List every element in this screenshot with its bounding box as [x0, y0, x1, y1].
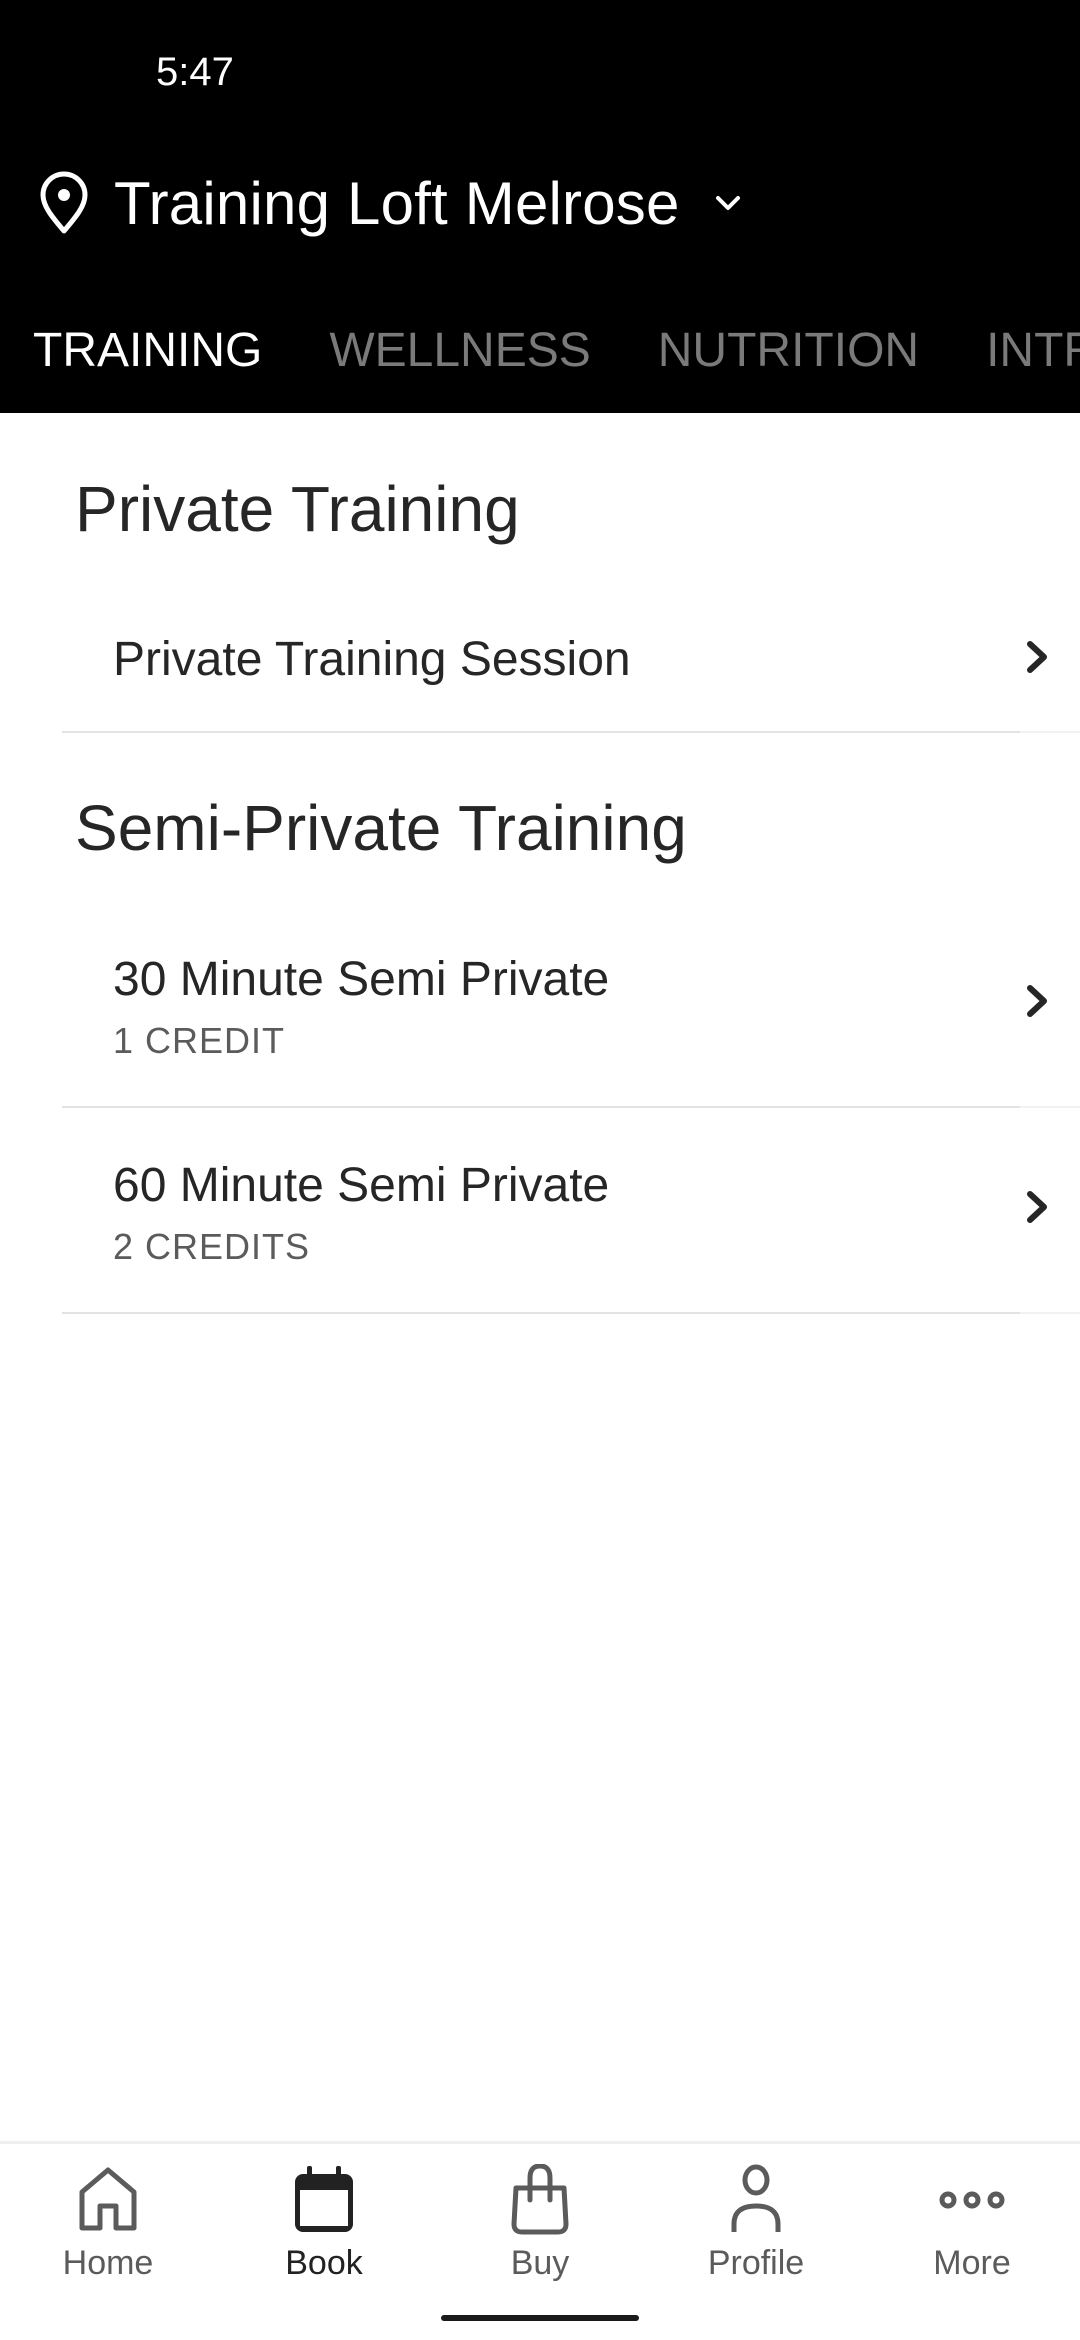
nav-book[interactable]: Book: [216, 2164, 432, 2294]
app-header: 5:47 Training Loft Melrose TRAINING WELL…: [0, 0, 1080, 413]
tab-wellness[interactable]: WELLNESS: [329, 323, 590, 378]
list-item-60-minute-semi-private[interactable]: 60 Minute Semi Private 2 CREDITS: [62, 1108, 1080, 1314]
divider: [62, 731, 1080, 733]
nav-buy[interactable]: Buy: [432, 2163, 648, 2294]
nav-home[interactable]: Home: [0, 2164, 216, 2294]
nav-profile[interactable]: Profile: [648, 2164, 864, 2294]
list-item-30-minute-semi-private[interactable]: 30 Minute Semi Private 1 CREDIT: [62, 900, 1080, 1108]
shopping-bag-icon: [504, 2163, 576, 2236]
item-title: Private Training Session: [113, 633, 631, 686]
category-tabs: TRAINING WELLNESS NUTRITION INTRO: [0, 310, 1080, 390]
status-bar-time: 5:47: [156, 50, 234, 94]
nav-label-more: More: [933, 2244, 1011, 2282]
nav-label-profile: Profile: [707, 2244, 805, 2282]
item-credits: 1 CREDIT: [113, 1020, 286, 1061]
chevron-right-icon: [1020, 980, 1054, 1022]
home-icon: [72, 2164, 144, 2236]
section-title-semi-private-training: Semi-Private Training: [75, 792, 687, 864]
location-selector[interactable]: Training Loft Melrose: [36, 165, 746, 241]
person-icon: [720, 2164, 792, 2236]
nav-more[interactable]: More: [864, 2164, 1080, 2294]
chevron-right-icon: [1020, 636, 1054, 678]
tab-intro[interactable]: INTRO: [986, 323, 1080, 378]
home-indicator[interactable]: [441, 2315, 639, 2321]
item-title: 60 Minute Semi Private: [113, 1159, 610, 1212]
bottom-navigation: Home Book Buy Profile More: [0, 2141, 1080, 2340]
location-name: Training Loft Melrose: [114, 169, 680, 237]
nav-label-buy: Buy: [510, 2244, 570, 2282]
divider: [62, 1312, 1080, 1314]
item-credits: 2 CREDITS: [113, 1226, 311, 1267]
nav-label-book: Book: [285, 2244, 363, 2282]
tab-nutrition[interactable]: NUTRITION: [658, 323, 919, 378]
chevron-right-icon: [1020, 1186, 1054, 1228]
tab-training[interactable]: TRAINING: [33, 323, 262, 378]
chevron-down-icon: [710, 185, 746, 221]
calendar-icon: [288, 2164, 360, 2236]
nav-label-home: Home: [62, 2244, 154, 2282]
map-pin-icon: [36, 171, 92, 235]
list-item-private-training-session[interactable]: Private Training Session: [62, 590, 1080, 734]
item-title: 30 Minute Semi Private: [113, 953, 610, 1006]
more-dots-icon: [936, 2164, 1008, 2236]
section-title-private-training: Private Training: [75, 473, 520, 545]
